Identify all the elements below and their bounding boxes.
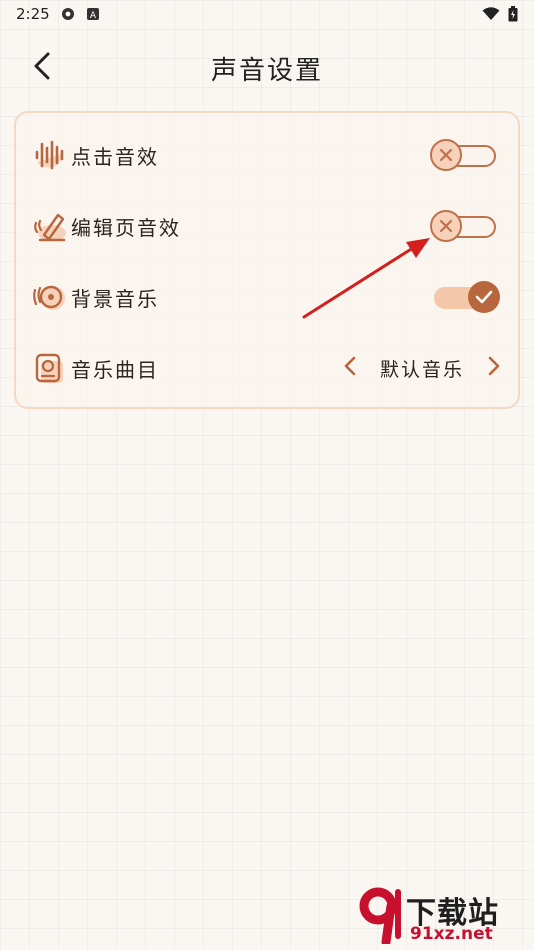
setting-row-edit-sound: 编辑页音效	[16, 196, 518, 256]
setting-label-music-track: 音乐曲目	[71, 357, 159, 382]
setting-label-bg-music: 背景音乐	[71, 286, 159, 311]
close-icon	[430, 139, 462, 171]
setting-row-bg-music: 背景音乐	[16, 267, 518, 327]
battery-icon	[508, 6, 518, 22]
next-track-button[interactable]	[488, 356, 500, 381]
sound-wave-icon	[30, 135, 70, 175]
watermark-text-site: 91xz.net	[410, 924, 493, 944]
check-icon	[468, 281, 500, 313]
chevron-right-icon	[488, 356, 500, 375]
music-player-icon	[30, 348, 70, 388]
setting-row-click-sound: 点击音效	[16, 125, 518, 185]
setting-label-edit-sound: 编辑页音效	[71, 215, 181, 240]
music-track-selector: 默认音乐	[344, 355, 500, 382]
setting-row-music-track: 音乐曲目 默认音乐	[16, 338, 518, 398]
prev-track-button[interactable]	[344, 356, 356, 381]
bg-music-toggle[interactable]	[430, 280, 500, 314]
annotation-arrow	[302, 238, 430, 319]
top-app-bar: 声音设置	[0, 42, 534, 92]
selected-track-value: 默认音乐	[379, 358, 464, 381]
settings-card: 点击音效 编辑页音效 背景音乐 音乐曲目 默认音乐	[14, 111, 520, 409]
pen-icon	[30, 206, 70, 246]
settings-icon	[61, 8, 74, 20]
logo-mark-icon	[359, 887, 401, 944]
chevron-left-icon	[344, 356, 356, 375]
font-icon: A	[86, 8, 99, 21]
setting-label-click-sound: 点击音效	[71, 144, 159, 169]
edit-sound-toggle[interactable]	[430, 209, 498, 243]
page-title: 声音设置	[210, 56, 323, 86]
watermark-logo: 下载站 91xz.net	[358, 886, 528, 946]
svg-text:A: A	[90, 11, 97, 21]
wifi-icon	[482, 7, 500, 20]
music-disc-icon	[30, 277, 70, 317]
click-sound-toggle[interactable]	[430, 138, 498, 172]
status-bar: 2:25 A	[0, 0, 534, 28]
status-time: 2:25	[16, 5, 50, 23]
